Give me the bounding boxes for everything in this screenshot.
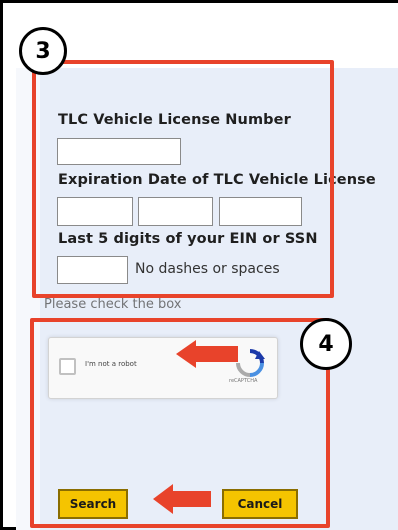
- step-4-highlight: [30, 318, 330, 528]
- checkbox-hint: Please check the box: [44, 297, 182, 312]
- step-3-highlight: [32, 60, 334, 298]
- step-4-badge: 4: [300, 318, 352, 370]
- step-3-badge: 3: [19, 27, 67, 75]
